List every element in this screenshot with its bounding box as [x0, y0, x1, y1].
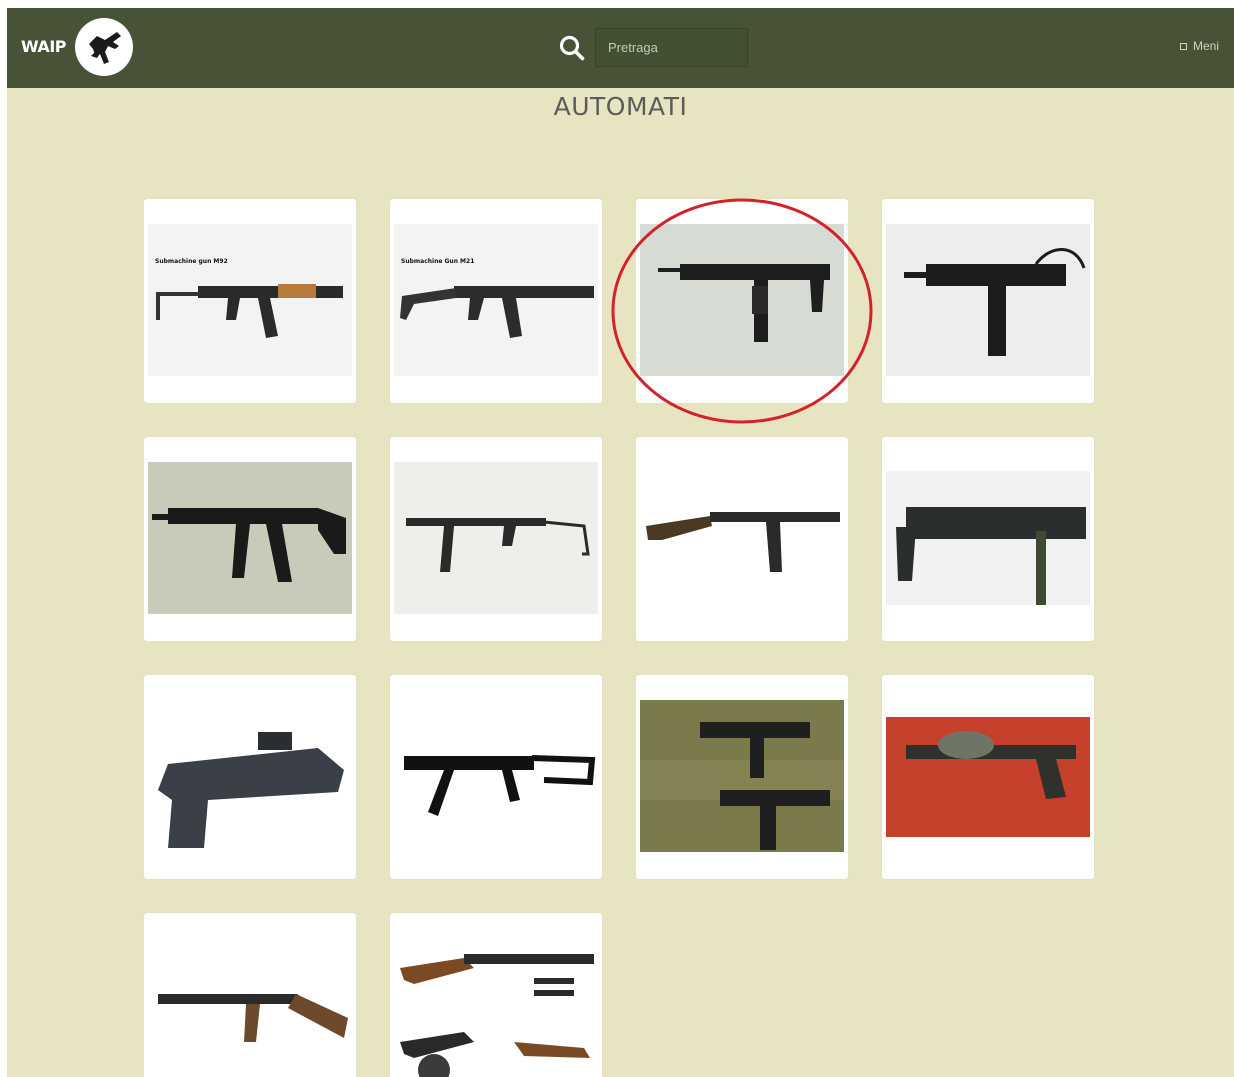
product-card-ump[interactable] — [390, 675, 602, 879]
image-caption: Submachine Gun M21 — [401, 258, 475, 265]
product-card-thompson[interactable] — [144, 913, 356, 1077]
product-image: Submachine gun M92 — [148, 224, 352, 376]
product-image — [640, 224, 844, 376]
product-image — [148, 938, 352, 1077]
product-image — [394, 938, 598, 1077]
product-image — [640, 700, 844, 852]
product-image — [886, 471, 1090, 605]
product-card-two-uzis[interactable] — [636, 675, 848, 879]
product-card-uzi[interactable] — [636, 199, 848, 403]
brand-logo[interactable] — [75, 18, 133, 76]
product-image: Submachine Gun M21 — [394, 224, 598, 376]
menu-label: Meni — [1192, 39, 1219, 53]
product-image — [394, 462, 598, 614]
product-card-ppsh[interactable] — [390, 913, 602, 1077]
menu-icon — [1179, 42, 1187, 50]
product-image — [886, 717, 1090, 837]
image-caption: Submachine gun M92 — [155, 258, 228, 265]
product-card-submachine-gun-m92[interactable]: Submachine gun M92 — [144, 199, 356, 403]
navbar: WAIP Meni — [7, 8, 1234, 88]
product-card-mp5[interactable] — [144, 437, 356, 641]
product-card-wooden-stock-smg[interactable] — [636, 437, 848, 641]
product-image — [148, 462, 352, 614]
search-input[interactable] — [595, 28, 748, 67]
product-image — [148, 700, 352, 852]
brand-name[interactable]: WAIP — [21, 37, 67, 56]
product-card-mp7[interactable] — [144, 675, 356, 879]
product-card-submachine-gun-m21[interactable]: Submachine Gun M21 — [390, 199, 602, 403]
page-title: AUTOMATI — [553, 92, 688, 121]
product-image — [886, 224, 1090, 376]
product-card-bizon[interactable] — [882, 437, 1094, 641]
product-card-drum-smg[interactable] — [882, 675, 1094, 879]
page: WAIP Meni AUTOMATI Submachine gun M92 — [7, 8, 1234, 1077]
gun-logo-icon — [89, 32, 121, 64]
product-card-mp40[interactable] — [390, 437, 602, 641]
product-image — [640, 462, 844, 614]
search-icon[interactable] — [559, 35, 585, 61]
menu-button[interactable]: Meni — [1179, 39, 1219, 53]
product-image — [394, 700, 598, 852]
product-card-mini-uzi[interactable] — [882, 199, 1094, 403]
